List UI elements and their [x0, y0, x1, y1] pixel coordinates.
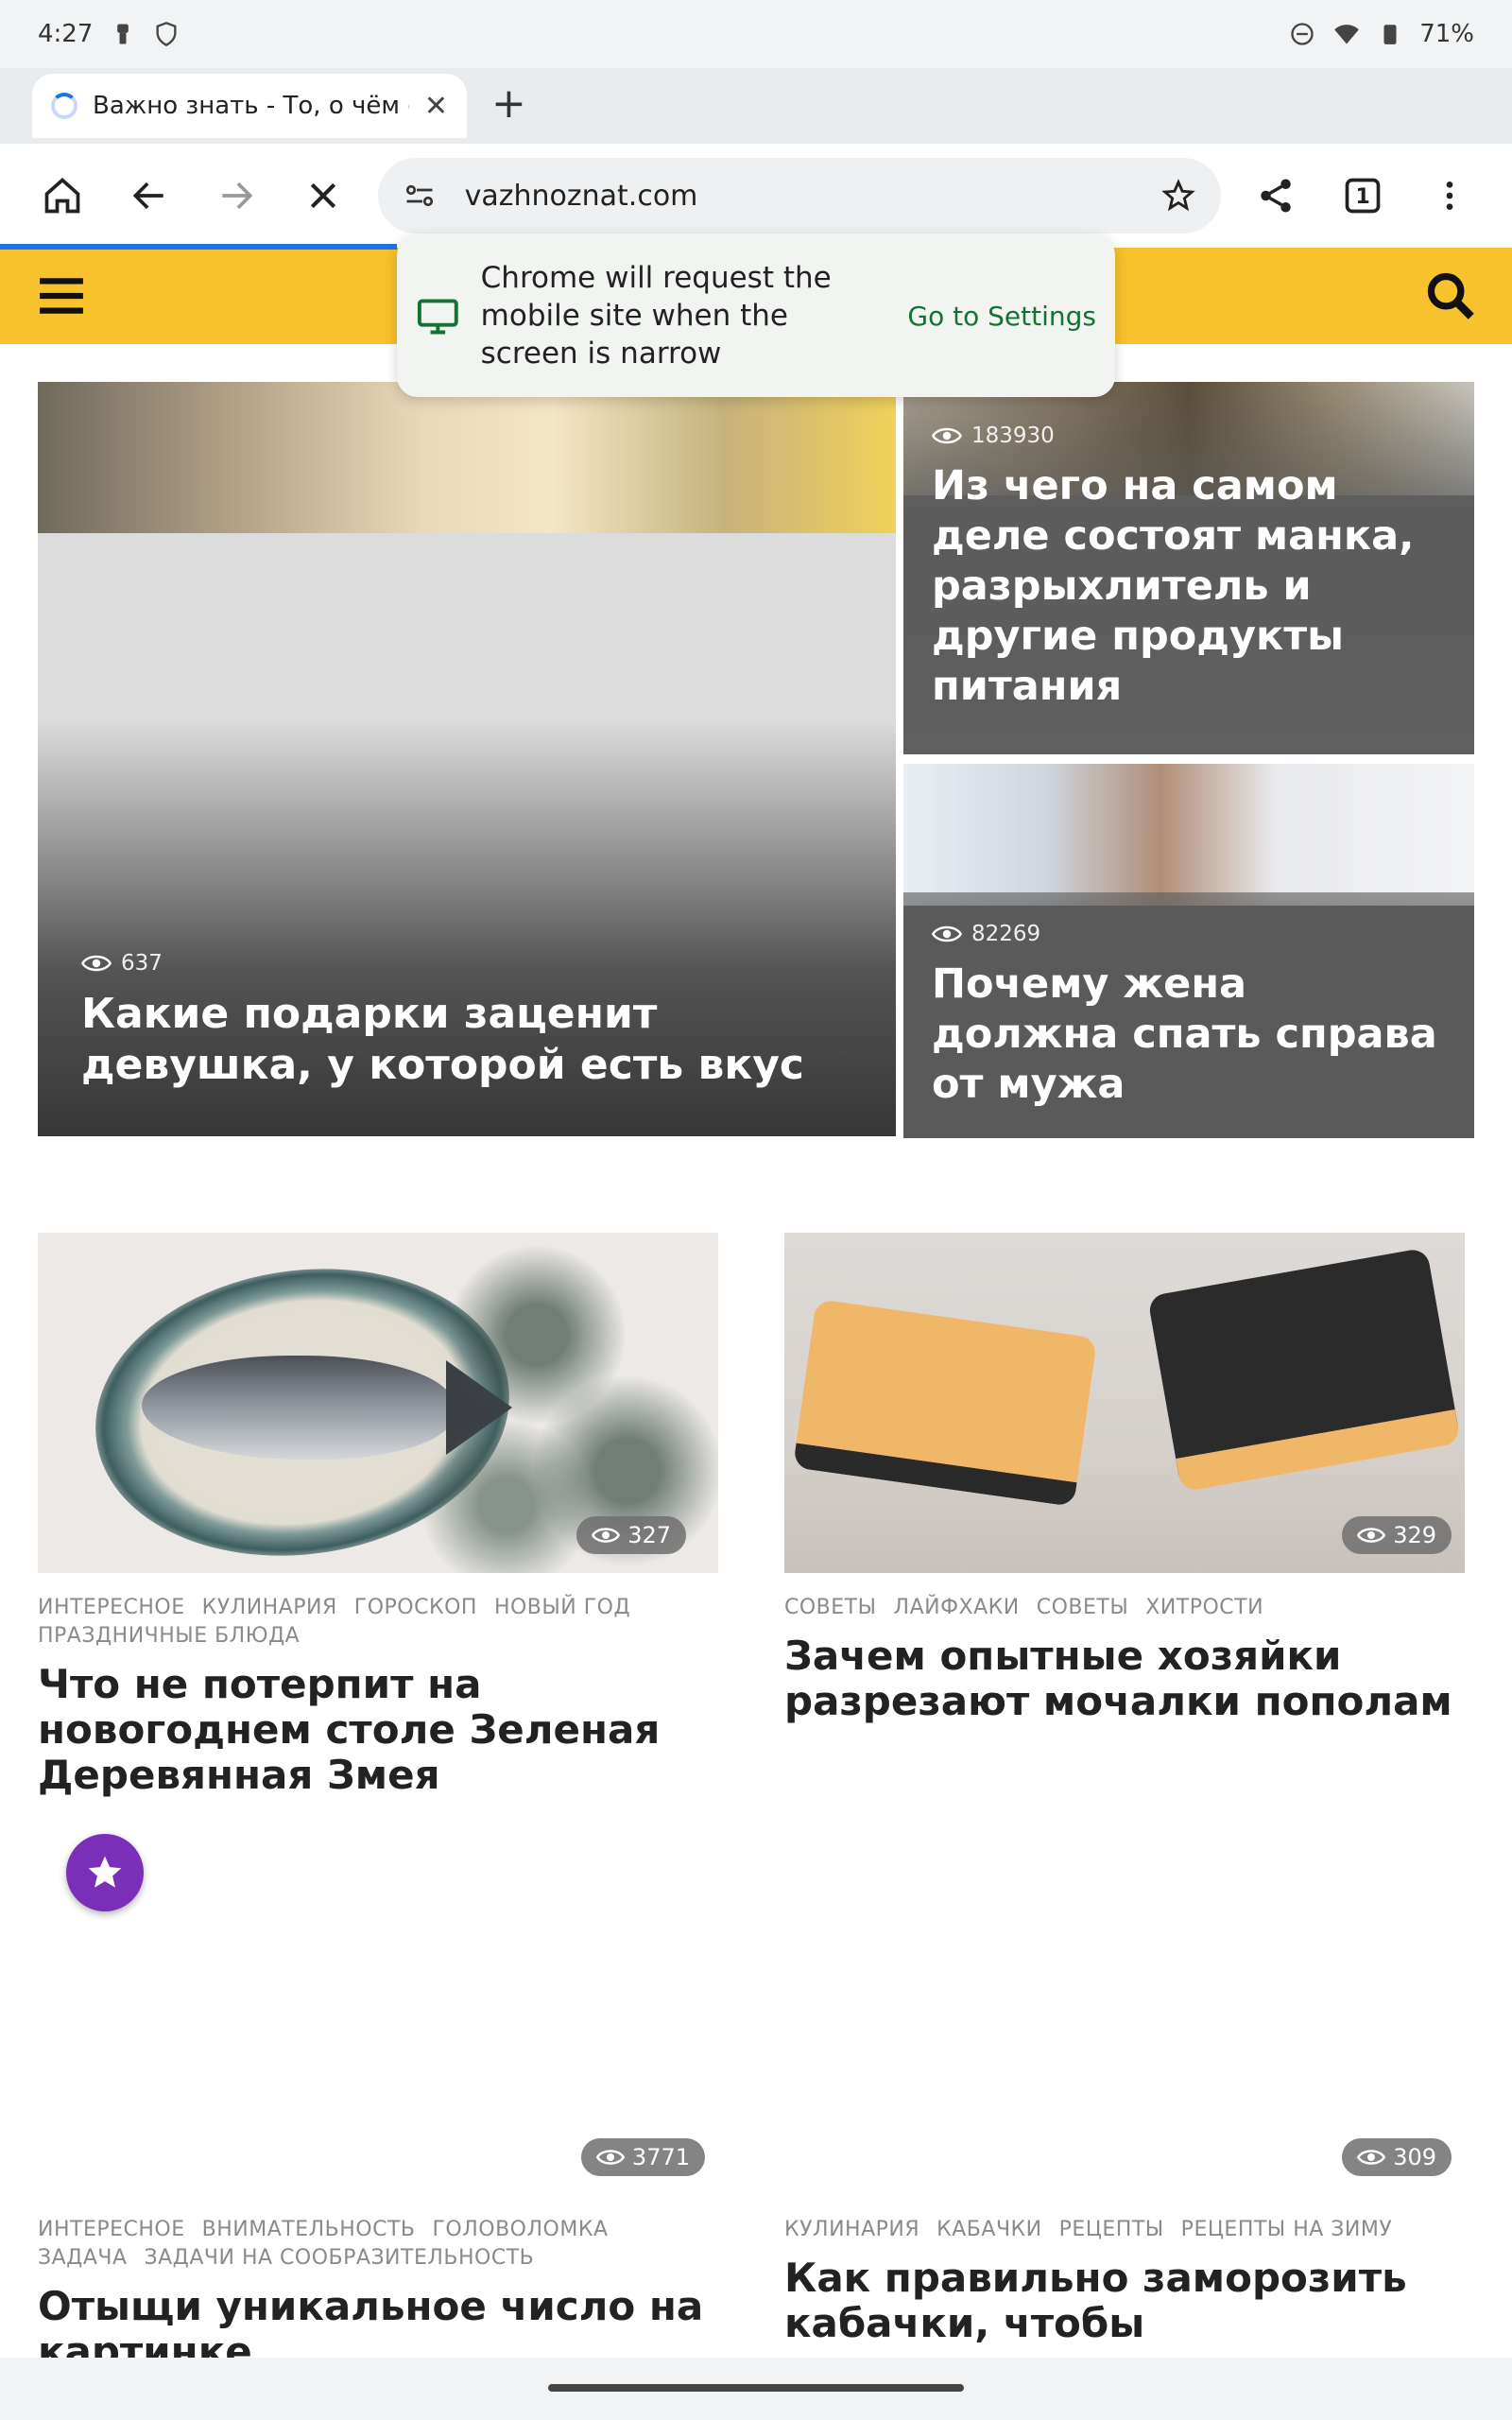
eye-icon [592, 1528, 621, 1543]
article-tags: ИНТЕРЕСНОЕ ВНИМАТЕЛЬНОСТЬ ГОЛОВОЛОМКА ЗАДА… [38, 2216, 718, 2273]
views-badge: 327 [576, 1516, 686, 1554]
views-badge: 3771 [580, 2138, 705, 2176]
tag-link[interactable]: ГОЛОВОЛОМКА [433, 2218, 609, 2241]
mobile-site-notice: Chrome will request the mobile site when… [397, 234, 1115, 397]
side-article-card[interactable]: 82269 Почему жена должна спать справа от… [903, 764, 1474, 1138]
tag-link[interactable]: НОВЫЙ ГОД [494, 1596, 630, 1619]
side-card-views: 82269 [932, 922, 1446, 946]
tag-link[interactable]: ЗАДАЧИ НА СООБРАЗИТЕЛЬНОСТЬ [145, 2246, 535, 2270]
tag-link[interactable]: СОВЕТЫ [1037, 1596, 1129, 1619]
favorite-fab-button[interactable] [66, 1834, 144, 1911]
eye-icon [932, 427, 962, 444]
star-icon [88, 1856, 122, 1888]
views-count: 309 [1393, 2144, 1436, 2170]
side-card-title[interactable]: Из чего на самом деле состоят манка, раз… [932, 461, 1446, 712]
side-card-views-count: 82269 [971, 922, 1041, 946]
tag-link[interactable]: КУЛИНАРИЯ [202, 1596, 337, 1619]
hero-views-count: 637 [121, 951, 163, 976]
site-search-button[interactable] [1423, 268, 1478, 327]
views-count: 329 [1393, 1522, 1436, 1548]
article-title[interactable]: Отыщи уникальное число на картинке [38, 2284, 718, 2359]
article-title[interactable]: Как правильно заморозить кабачки, чтобы … [784, 2256, 1465, 2359]
gesture-handle[interactable] [548, 2384, 964, 2392]
article-card[interactable]: 309 КУЛИНАРИЯ КАБАЧКИ РЕЦЕПТЫ РЕЦЕПТЫ НА ЗИ… [784, 1855, 1465, 2358]
tag-link[interactable]: ИНТЕРЕСНОЕ [38, 2218, 185, 2241]
eye-icon [932, 925, 962, 942]
eye-icon [1357, 2150, 1386, 2165]
tag-link[interactable]: ХИТРОСТИ [1145, 1596, 1263, 1619]
tag-link[interactable]: ИНТЕРЕСНОЕ [38, 1596, 185, 1619]
tag-link[interactable]: РЕЦЕПТЫ НА ЗИМУ [1181, 2218, 1393, 2241]
eye-icon [595, 2150, 625, 2165]
article-title[interactable]: Что не потерпит на новогоднем столе Зеле… [38, 1662, 718, 1798]
loading-progress-bar [0, 244, 397, 250]
hero-title[interactable]: Какие подарки заценит девушка, у которой… [81, 989, 868, 1091]
article-image: 309 [784, 1855, 1465, 2195]
side-card-image [903, 764, 1474, 906]
article-image: 3771 [38, 1855, 718, 2195]
hero-views: 637 [81, 951, 868, 976]
hero-image [38, 382, 896, 533]
article-image: 327 [38, 1233, 718, 1573]
menu-burger-button[interactable] [38, 274, 85, 321]
side-article-card[interactable]: 183930 Из чего на самом деле состоят ман… [903, 382, 1474, 754]
hamburger-icon [40, 278, 83, 314]
tag-link[interactable]: ПРАЗДНИЧНЫЕ БЛЮДА [38, 1624, 300, 1648]
go-to-settings-link[interactable]: Go to Settings [907, 301, 1096, 332]
tag-link[interactable]: ЛАЙФХАКИ [894, 1596, 1020, 1619]
eye-icon [1357, 1528, 1386, 1543]
views-badge: 309 [1342, 2138, 1452, 2176]
tag-link[interactable]: ГОРОСКОП [354, 1596, 477, 1619]
tag-link[interactable]: КАБАЧКИ [936, 2218, 1041, 2241]
tag-link[interactable]: ВНИМАТЕЛЬНОСТЬ [202, 2218, 416, 2241]
tag-link[interactable]: ЗАДАЧА [38, 2246, 128, 2270]
tag-link[interactable]: СОВЕТЫ [784, 1596, 877, 1619]
side-card-title[interactable]: Почему жена должна спать справа от мужа [932, 959, 1446, 1110]
article-card[interactable]: 327 ИНТЕРЕСНОЕ КУЛИНАРИЯ ГОРОСКОП НОВЫЙ ГОД… [38, 1233, 718, 1798]
black-sponge-image-part [1147, 1247, 1461, 1493]
article-card[interactable]: 329 СОВЕТЫ ЛАЙФХАКИ СОВЕТЫ ХИТРОСТИ Зачем о… [784, 1233, 1465, 1724]
yellow-sponge-image-part [792, 1298, 1098, 1508]
side-card-views-count: 183930 [971, 424, 1055, 448]
tag-link[interactable]: РЕЦЕПТЫ [1059, 2218, 1164, 2241]
hero-article-card[interactable]: 637 Какие подарки заценит девушка, у кот… [38, 382, 896, 1136]
article-tags: КУЛИНАРИЯ КАБАЧКИ РЕЦЕПТЫ РЕЦЕПТЫ НА ЗИМУ [784, 2216, 1465, 2244]
notice-message: Chrome will request the mobile site when… [480, 261, 832, 371]
views-badge: 329 [1342, 1516, 1452, 1554]
search-icon [1427, 272, 1474, 320]
system-navigation-bar [0, 2358, 1512, 2420]
article-image: 329 [784, 1233, 1465, 1573]
eye-icon [81, 955, 112, 972]
tag-link[interactable]: КУЛИНАРИЯ [784, 2218, 919, 2241]
article-tags: СОВЕТЫ ЛАЙФХАКИ СОВЕТЫ ХИТРОСТИ [784, 1594, 1465, 1622]
side-card-views: 183930 [932, 424, 1446, 448]
article-title[interactable]: Зачем опытные хозяйки разрезают мочалки … [784, 1634, 1465, 1724]
views-count: 3771 [631, 2144, 690, 2170]
views-count: 327 [627, 1522, 671, 1548]
article-card[interactable]: 3771 ИНТЕРЕСНОЕ ВНИМАТЕЛЬНОСТЬ ГОЛОВОЛОМКА… [38, 1855, 718, 2358]
desktop-monitor-icon [417, 299, 458, 335]
article-tags: ИНТЕРЕСНОЕ КУЛИНАРИЯ ГОРОСКОП НОВЫЙ ГОД ПРА… [38, 1594, 718, 1651]
